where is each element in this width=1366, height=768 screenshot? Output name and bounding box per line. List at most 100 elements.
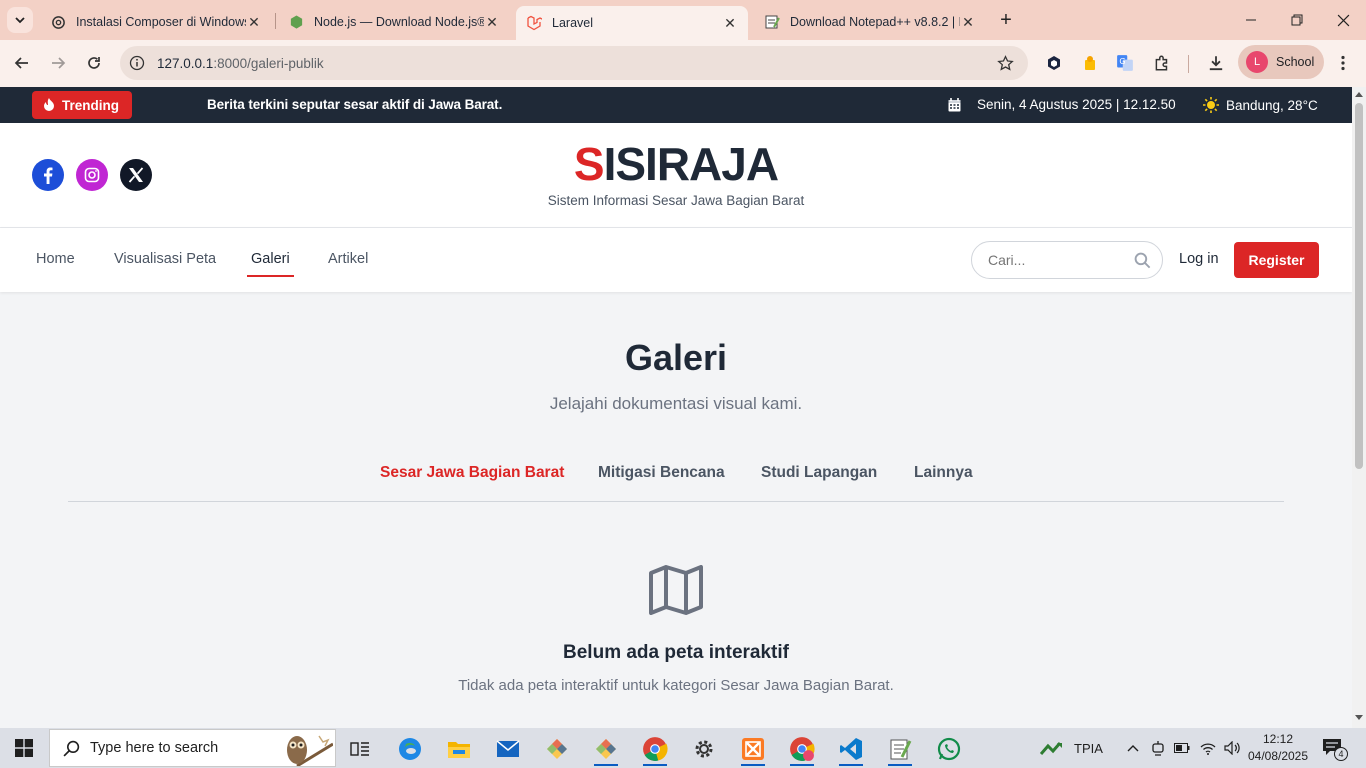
- xampp-app[interactable]: [733, 732, 773, 766]
- restore-button[interactable]: [1285, 8, 1309, 32]
- scrollbar-thumb[interactable]: [1355, 103, 1363, 469]
- calendar-icon: [948, 97, 961, 112]
- close-icon[interactable]: ✕: [960, 14, 976, 30]
- toolbar-divider: [1188, 55, 1189, 73]
- nav-galeri[interactable]: Galeri: [247, 251, 294, 277]
- datetime-display: Senin, 4 Agustus 2025 | 12.12.50: [948, 97, 1176, 112]
- whatsapp-app[interactable]: [929, 732, 969, 766]
- chrome-profile-icon: [790, 737, 815, 761]
- notepadpp-app[interactable]: [880, 732, 920, 766]
- settings-app[interactable]: [684, 732, 724, 766]
- file-explorer-app[interactable]: [439, 732, 479, 766]
- trending-label: Trending: [62, 97, 119, 113]
- taskbar-search[interactable]: Type here to search: [49, 729, 336, 767]
- url-path: :8000/galeri-publik: [213, 55, 324, 71]
- main-navbar: Home Visualisasi Peta Galeri Artikel Log…: [0, 228, 1352, 292]
- nodejs-icon: [288, 14, 304, 30]
- page-title: Galeri: [624, 337, 728, 378]
- owl-illustration-icon: [287, 735, 333, 766]
- site-logo[interactable]: SISIRAJA: [0, 137, 1352, 191]
- tab-notepadpp[interactable]: Download Notepad++ v8.8.2 | N ✕: [754, 4, 986, 40]
- vscode-app[interactable]: [831, 732, 871, 766]
- taskbar-clock[interactable]: 12:12 04/08/2025: [1246, 731, 1310, 765]
- tab-strip: Instalasi Composer di Windows ✕ Node.js …: [0, 0, 1366, 40]
- page-scrollbar[interactable]: [1352, 87, 1366, 728]
- menu-kebab-icon[interactable]: [1332, 52, 1354, 74]
- download-icon[interactable]: [1205, 52, 1227, 74]
- tab-laravel[interactable]: Laravel ✕: [516, 6, 748, 40]
- search-icon[interactable]: [1134, 252, 1151, 272]
- browser-chrome: Instalasi Composer di Windows ✕ Node.js …: [0, 0, 1366, 87]
- map-icon: [648, 565, 704, 620]
- weather-display: Bandung, 28°C: [1203, 97, 1318, 113]
- stocks-widget-label[interactable]: TPIA: [1074, 741, 1103, 756]
- info-icon[interactable]: [129, 55, 145, 71]
- chrome-app-2[interactable]: [782, 732, 822, 766]
- minimize-button[interactable]: [1239, 8, 1263, 32]
- extension-keep-icon[interactable]: [1079, 52, 1101, 74]
- pinned-app-diamond-2[interactable]: [586, 732, 626, 766]
- address-bar[interactable]: 127.0.0.1:8000/galeri-publik: [120, 46, 1028, 80]
- windows-logo-icon: [15, 739, 33, 757]
- category-tab-sesar[interactable]: Sesar Jawa Bagian Barat: [380, 464, 564, 482]
- chevron-up-icon[interactable]: [1127, 744, 1139, 752]
- pinned-app-diamond-1[interactable]: [537, 732, 577, 766]
- reload-icon: [88, 57, 100, 69]
- chrome-app-1[interactable]: [635, 732, 675, 766]
- category-tab-studi-lapangan[interactable]: Studi Lapangan: [761, 464, 877, 482]
- url-host: 127.0.0.1: [157, 55, 214, 71]
- svg-text:G: G: [1119, 57, 1125, 66]
- task-view-button[interactable]: [340, 732, 380, 766]
- stocks-widget-icon[interactable]: [1040, 740, 1066, 756]
- empty-state-title: Belum ada peta interaktif: [563, 642, 789, 663]
- datetime-text: Senin, 4 Agustus 2025 | 12.12.50: [977, 97, 1176, 112]
- category-divider: [68, 501, 1284, 502]
- extension-hexagon-icon[interactable]: [1043, 52, 1065, 74]
- category-tab-lainnya[interactable]: Lainnya: [914, 464, 973, 482]
- meet-now-icon[interactable]: [1151, 740, 1165, 756]
- notepadpp-icon: [764, 14, 780, 30]
- close-icon[interactable]: ✕: [246, 14, 262, 30]
- wifi-icon[interactable]: [1200, 742, 1216, 755]
- volume-icon[interactable]: [1224, 741, 1241, 755]
- extensions-puzzle-icon[interactable]: [1151, 52, 1173, 74]
- category-tab-mitigasi[interactable]: Mitigasi Bencana: [598, 464, 725, 482]
- search-box[interactable]: [971, 241, 1163, 279]
- search-icon: [63, 740, 80, 757]
- back-button[interactable]: [9, 50, 35, 76]
- mail-app[interactable]: [488, 732, 528, 766]
- tab-title: Download Notepad++ v8.8.2 | N: [790, 15, 960, 29]
- edge-icon: [399, 738, 421, 760]
- start-button[interactable]: [0, 728, 48, 768]
- whatsapp-icon: [937, 737, 961, 761]
- news-ticker[interactable]: Berita terkini seputar sesar aktif di Ja…: [207, 97, 502, 112]
- reload-button[interactable]: [81, 50, 107, 76]
- tab-nodejs[interactable]: Node.js — Download Node.js® ✕: [278, 4, 510, 40]
- login-link[interactable]: Log in: [1179, 251, 1219, 267]
- site-tagline: Sistem Informasi Sesar Jawa Bagian Barat: [547, 193, 805, 208]
- search-input[interactable]: [988, 252, 1128, 268]
- nav-visualisasi-peta[interactable]: Visualisasi Peta: [114, 251, 216, 267]
- tab-composer[interactable]: Instalasi Composer di Windows ✕: [40, 4, 272, 40]
- app-diamond-icon: [596, 739, 616, 759]
- tab-search-button[interactable]: [7, 7, 33, 33]
- trending-badge[interactable]: Trending: [32, 91, 132, 119]
- new-tab-button[interactable]: +: [994, 8, 1018, 32]
- close-icon[interactable]: ✕: [484, 14, 500, 30]
- nav-artikel[interactable]: Artikel: [328, 251, 368, 267]
- close-icon[interactable]: ✕: [722, 15, 738, 31]
- scroll-up-icon[interactable]: [1355, 91, 1363, 97]
- forward-button[interactable]: [45, 50, 71, 76]
- register-button[interactable]: Register: [1234, 242, 1319, 278]
- close-window-button[interactable]: [1331, 8, 1355, 32]
- nav-home[interactable]: Home: [36, 251, 75, 267]
- battery-icon[interactable]: [1173, 743, 1190, 753]
- chrome-icon: [643, 737, 668, 761]
- notification-center-button[interactable]: 4: [1322, 738, 1348, 761]
- taskbar-search-placeholder: Type here to search: [90, 740, 219, 756]
- bookmark-star-icon[interactable]: [997, 55, 1014, 72]
- profile-button[interactable]: L School: [1238, 45, 1324, 79]
- translate-icon[interactable]: G: [1114, 52, 1136, 74]
- edge-app[interactable]: [390, 732, 430, 766]
- scroll-down-icon[interactable]: [1355, 715, 1363, 721]
